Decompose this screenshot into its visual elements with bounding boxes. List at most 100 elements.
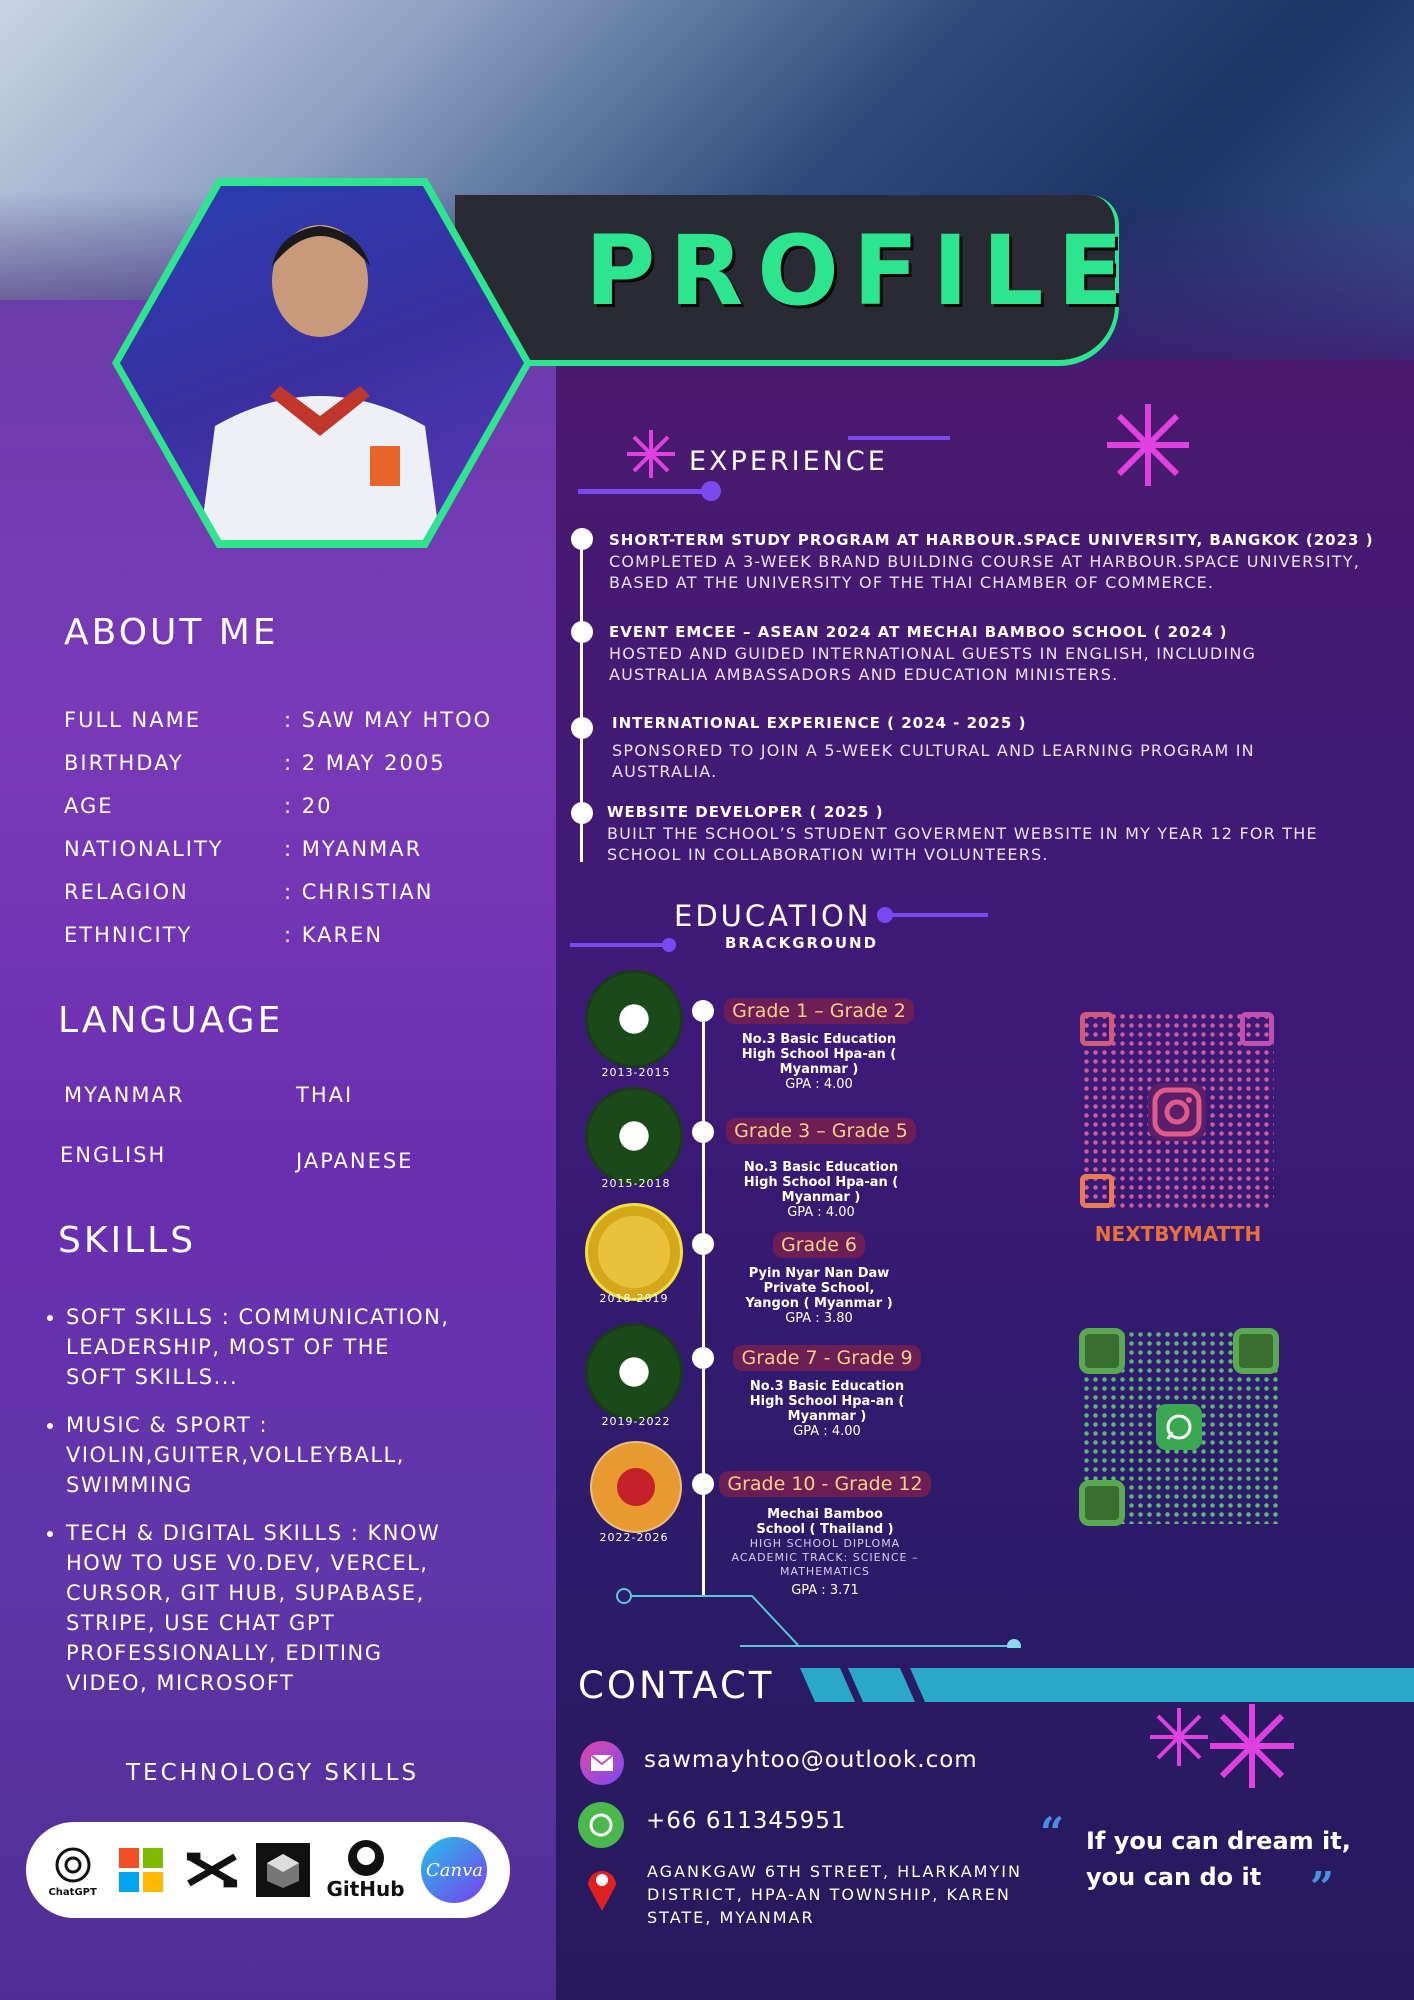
school-name: Mechai Bamboo School ( Thailand ) xyxy=(756,1507,894,1537)
experience-item: WEBSITE DEVELOPER ( 2025 ) BUILT THE SCH… xyxy=(607,803,1387,865)
decor-dot xyxy=(877,907,893,923)
education-item: Grade 3 – Grade 5 No.3 Basic Education H… xyxy=(726,1118,916,1220)
decor-dot xyxy=(701,481,721,501)
about-row: NATIONALITY : MYANMAR xyxy=(64,837,544,880)
school-name: No.3 Basic Education High School Hpa-an … xyxy=(749,1379,905,1424)
timeline-dot xyxy=(692,1000,714,1022)
decor-line xyxy=(578,489,710,494)
close-quote-icon: ” xyxy=(1310,1863,1335,1912)
school-logo xyxy=(585,1087,683,1185)
skills-heading: SKILLS xyxy=(58,1220,197,1261)
contact-heading: CONTACT xyxy=(578,1664,775,1707)
about-value: : 20 xyxy=(284,794,333,818)
school-name: No.3 Basic Education High School Hpa-an … xyxy=(741,1032,897,1077)
education-heading: EDUCATION xyxy=(674,899,872,933)
capcut-icon xyxy=(185,1843,239,1897)
grade-badge: Grade 3 – Grade 5 xyxy=(726,1118,916,1144)
timeline-dot xyxy=(692,1233,714,1255)
school-logo xyxy=(585,1323,683,1421)
avatar xyxy=(112,178,532,548)
timeline-dot xyxy=(571,621,593,643)
gpa: GPA : 4.00 xyxy=(785,1077,853,1092)
timeline-dot xyxy=(692,1121,714,1143)
tech-logos-bar: ChatGPT GitHub Canva xyxy=(26,1822,510,1918)
open-quote-icon: “ xyxy=(1040,1808,1065,1857)
sparkle-icon xyxy=(1105,402,1191,492)
location-pin-icon xyxy=(584,1863,620,1917)
education-item: Grade 10 - Grade 12 Mechai Bamboo School… xyxy=(712,1471,938,1598)
instagram-icon xyxy=(1148,1083,1206,1141)
school-logo xyxy=(585,970,683,1068)
experience-desc: HOSTED AND GUIDED INTERNATIONAL GUESTS I… xyxy=(609,644,1257,684)
language-item: MYANMAR xyxy=(64,1083,185,1107)
email-icon xyxy=(580,1741,624,1785)
sparkle-icon xyxy=(625,428,677,484)
diploma-note: HIGH SCHOOL DIPLOMA ACADEMIC TRACK: SCIE… xyxy=(731,1537,919,1578)
cursor-icon xyxy=(255,1843,310,1897)
timeline-dot xyxy=(571,802,593,824)
microsoft-icon xyxy=(114,1843,168,1897)
education-years: 2019-2022 xyxy=(601,1415,671,1428)
decor-connector xyxy=(740,1639,1021,1648)
about-label: BIRTHDAY xyxy=(64,751,184,775)
github-label: GitHub xyxy=(326,1877,405,1901)
qr-finder xyxy=(1079,1480,1125,1526)
about-label: AGE xyxy=(64,794,114,818)
decor-line xyxy=(848,436,950,440)
about-value: : KAREN xyxy=(284,923,384,947)
gpa: GPA : 4.00 xyxy=(787,1205,855,1220)
experience-item: INTERNATIONAL EXPERIENCE ( 2024 - 2025 )… xyxy=(612,714,1332,782)
decor-line xyxy=(570,943,670,947)
education-years: 2018-2019 xyxy=(599,1292,669,1305)
sparkle-icon xyxy=(1148,1706,1210,1772)
about-label: NATIONALITY xyxy=(64,837,224,861)
contact-address: AGANKGAW 6TH STREET, HLARKAMYIN DISTRICT… xyxy=(647,1862,1022,1927)
github-logo: GitHub xyxy=(326,1839,405,1901)
education-item: Grade 1 – Grade 2 No.3 Basic Education H… xyxy=(724,998,914,1092)
experience-title: EVENT EMCEE – ASEAN 2024 AT MECHAI BAMBO… xyxy=(609,623,1228,641)
canva-icon: Canva xyxy=(421,1837,488,1903)
tech-heading: TECHNOLOGY SKILLS xyxy=(126,1760,420,1786)
chatgpt-icon xyxy=(55,1847,91,1882)
timeline-dot xyxy=(571,717,593,739)
about-value: : SAW MAY HTOO xyxy=(284,708,493,732)
gpa: GPA : 4.00 xyxy=(793,1424,861,1439)
skill-item: MUSIC & SPORT : VIOLIN,GUITER,VOLLEYBALL… xyxy=(66,1410,456,1500)
school-name: No.3 Basic Education High School Hpa-an … xyxy=(743,1160,899,1205)
grade-badge: Grade 10 - Grade 12 xyxy=(719,1471,931,1497)
school-logo xyxy=(585,1203,683,1301)
timeline-dot xyxy=(571,528,593,550)
language-item: THAI xyxy=(296,1083,354,1107)
about-value: : MYANMAR xyxy=(284,837,423,861)
person-icon xyxy=(200,225,440,540)
about-table: FULL NAME: SAW MAY HTOO BIRTHDAY : 2 MAY … xyxy=(64,708,544,966)
decor-dot xyxy=(662,938,676,952)
school-name: Pyin Nyar Nan Daw Private School, Yangon… xyxy=(745,1266,893,1311)
about-row: FULL NAME: SAW MAY HTOO xyxy=(64,708,544,751)
language-heading: LANGUAGE xyxy=(58,1000,284,1041)
decor-stripes xyxy=(800,1668,1414,1702)
about-row: ETHNICITY: KAREN xyxy=(64,923,544,966)
about-value: : 2 MAY 2005 xyxy=(284,751,446,775)
education-timeline xyxy=(702,1005,705,1595)
avatar-photo xyxy=(120,186,524,540)
about-row: AGE : 20 xyxy=(64,794,544,837)
chatgpt-label: ChatGPT xyxy=(48,1886,97,1898)
qr-finder xyxy=(1079,1328,1125,1374)
timeline-dot xyxy=(692,1347,714,1369)
phone-icon xyxy=(578,1802,624,1848)
qr-finder xyxy=(1080,1012,1114,1046)
education-years: 2015-2018 xyxy=(601,1177,671,1190)
about-label: RELAGION xyxy=(64,880,189,904)
experience-desc: SPONSORED TO JOIN A 5-WEEK CULTURAL AND … xyxy=(612,741,1255,781)
instagram-handle: NEXTBYMATTH xyxy=(1094,1222,1262,1246)
decor-line xyxy=(886,913,988,917)
grade-badge: Grade 6 xyxy=(772,1232,866,1258)
experience-title: SHORT-TERM STUDY PROGRAM AT HARBOUR.SPAC… xyxy=(609,531,1374,549)
contact-phone[interactable]: +66 611345951 xyxy=(646,1808,847,1834)
experience-item: SHORT-TERM STUDY PROGRAM AT HARBOUR.SPAC… xyxy=(609,531,1399,593)
language-item: ENGLISH xyxy=(60,1143,167,1167)
about-row: RELAGION: CHRISTIAN xyxy=(64,880,544,923)
whatsapp-icon xyxy=(1156,1404,1202,1450)
contact-email[interactable]: sawmayhtoo@outlook.com xyxy=(644,1747,978,1773)
